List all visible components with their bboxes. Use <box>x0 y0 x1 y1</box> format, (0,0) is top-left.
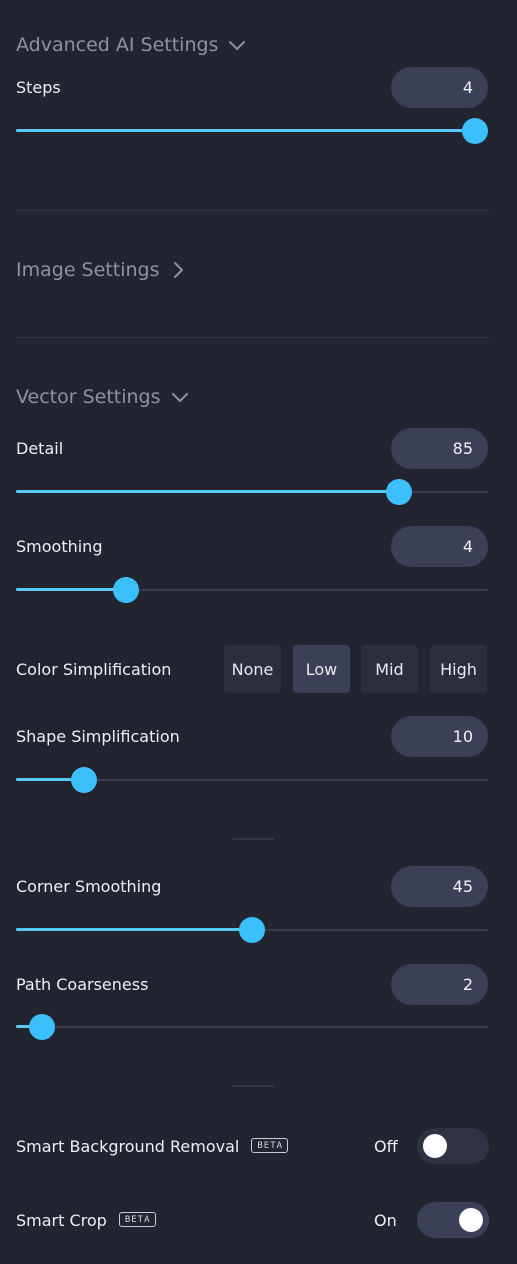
color-simplification-option-none[interactable]: None <box>224 645 281 693</box>
beta-badge: BETA <box>118 1212 156 1227</box>
path-coarseness-slider[interactable] <box>16 1012 488 1042</box>
smart-background-removal-label: Smart Background Removal BETA <box>16 1137 289 1156</box>
image-settings-title: Image Settings <box>16 259 160 281</box>
beta-badge: BETA <box>251 1138 289 1153</box>
color-simplification-option-high[interactable]: High <box>430 645 487 693</box>
shape-simplification-slider[interactable] <box>16 765 488 795</box>
slider-thumb[interactable] <box>29 1014 56 1040</box>
slider-thumb[interactable] <box>386 479 413 505</box>
vector-settings-header[interactable]: Vector Settings <box>16 386 189 408</box>
slider-thumb[interactable] <box>112 577 139 603</box>
chevron-right-icon <box>169 261 187 279</box>
smart-background-removal-text: Smart Background Removal <box>16 1137 240 1156</box>
settings-panel: Advanced AI Settings Steps 4 Image Setti… <box>0 0 517 1264</box>
steps-slider[interactable] <box>16 116 488 146</box>
detail-slider[interactable] <box>16 477 488 507</box>
advanced-ai-settings-header[interactable]: Advanced AI Settings <box>16 34 246 56</box>
smart-crop-label: Smart Crop BETA <box>16 1211 156 1230</box>
corner-smoothing-slider[interactable] <box>16 915 488 945</box>
slider-thumb[interactable] <box>462 118 488 144</box>
smart-crop-text: Smart Crop <box>16 1211 107 1230</box>
detail-value-input[interactable]: 85 <box>391 428 488 469</box>
smoothing-label: Smoothing <box>16 537 103 556</box>
color-simplification-option-low[interactable]: Low <box>293 645 350 693</box>
image-settings-header[interactable]: Image Settings <box>16 259 187 281</box>
slider-fill <box>16 588 126 591</box>
section-divider <box>16 210 490 211</box>
shape-simplification-label: Shape Simplification <box>16 727 180 746</box>
path-coarseness-label: Path Coarseness <box>16 975 149 994</box>
color-simplification-option-mid[interactable]: Mid <box>361 645 418 693</box>
color-simplification-label: Color Simplification <box>16 660 172 679</box>
path-coarseness-value-input[interactable]: 2 <box>391 964 488 1005</box>
smoothing-slider[interactable] <box>16 575 488 605</box>
section-divider <box>16 337 490 338</box>
slider-fill <box>16 928 252 931</box>
smoothing-value-input[interactable]: 4 <box>391 526 488 567</box>
slider-thumb[interactable] <box>70 767 97 793</box>
group-divider <box>232 1085 274 1087</box>
vector-settings-title: Vector Settings <box>16 386 161 408</box>
toggle-knob <box>423 1134 447 1158</box>
corner-smoothing-label: Corner Smoothing <box>16 877 162 896</box>
corner-smoothing-value-input[interactable]: 45 <box>391 866 488 907</box>
chevron-down-icon <box>171 388 189 406</box>
detail-label: Detail <box>16 439 64 458</box>
slider-track <box>16 1026 488 1028</box>
shape-simplification-value-input[interactable]: 10 <box>391 716 488 757</box>
slider-thumb[interactable] <box>239 917 265 943</box>
steps-label: Steps <box>16 78 61 97</box>
smart-crop-toggle[interactable] <box>417 1202 489 1238</box>
advanced-ai-settings-title: Advanced AI Settings <box>16 34 219 56</box>
smart-background-removal-state: Off <box>374 1137 398 1156</box>
smart-crop-state: On <box>374 1211 397 1230</box>
toggle-knob <box>459 1208 483 1232</box>
steps-value-input[interactable]: 4 <box>391 67 488 108</box>
slider-fill <box>16 129 475 132</box>
group-divider <box>232 838 274 840</box>
smart-background-removal-toggle[interactable] <box>417 1128 489 1164</box>
chevron-down-icon <box>228 36 246 54</box>
slider-fill <box>16 490 400 493</box>
